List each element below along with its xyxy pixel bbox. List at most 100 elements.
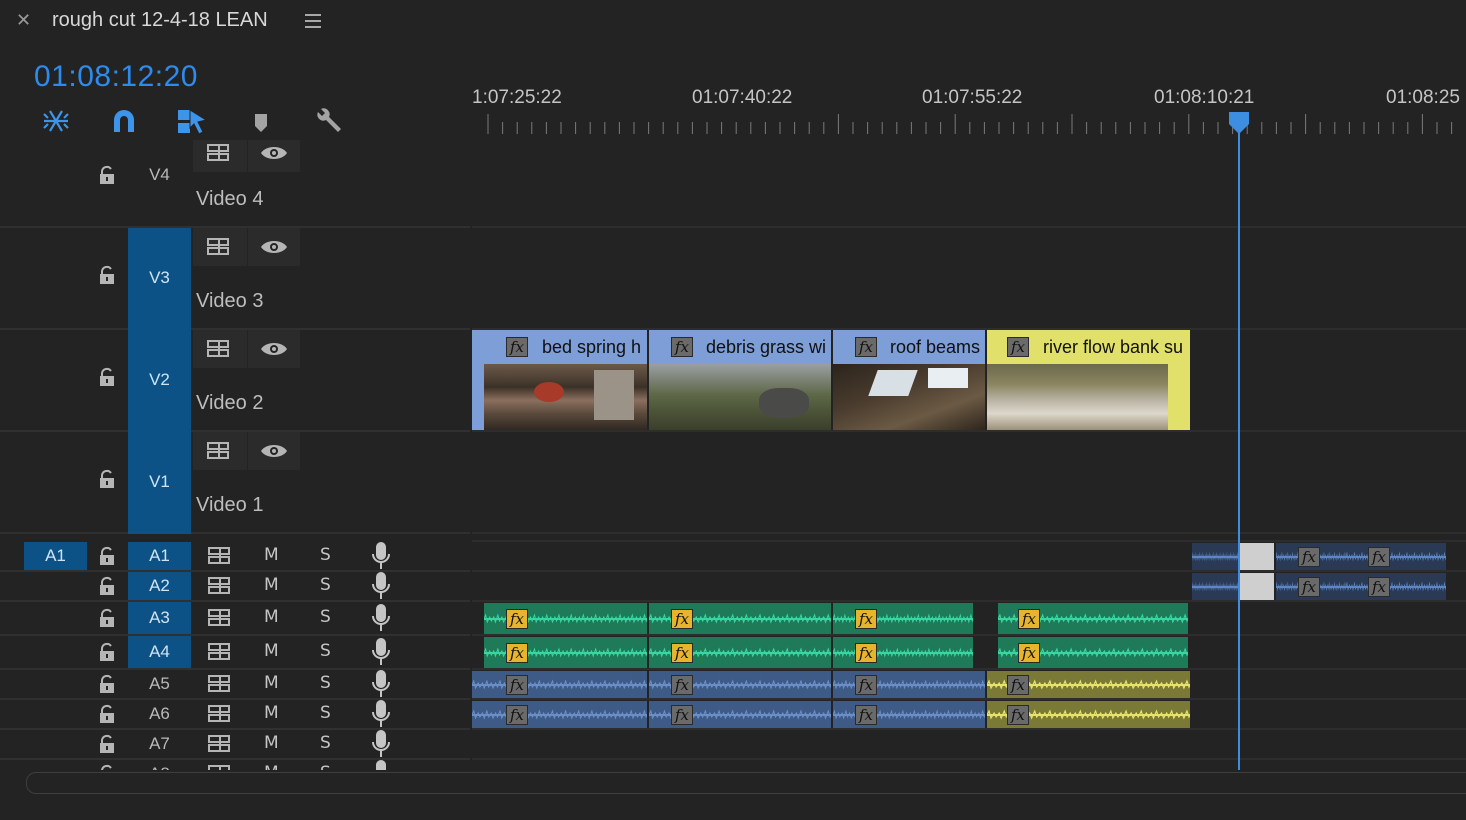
track-lock-icon[interactable]	[98, 469, 116, 489]
fx-badge[interactable]: fx	[855, 609, 877, 629]
solo-button[interactable]: S	[320, 763, 331, 770]
fx-badge[interactable]: fx	[671, 337, 693, 357]
mute-button[interactable]: M	[264, 763, 279, 770]
source-patch[interactable]: A1	[24, 542, 87, 570]
sync-lock-icon[interactable]	[208, 546, 234, 570]
linked-selection-icon[interactable]	[176, 106, 208, 136]
audio-clip[interactable]: fx	[1276, 573, 1346, 601]
track-name[interactable]: Video 3	[196, 290, 263, 313]
audio-clip[interactable]: fx	[1192, 543, 1238, 571]
video-clip[interactable]: fx roof beams	[833, 330, 985, 430]
fx-badge[interactable]: fx	[1007, 675, 1029, 695]
solo-button[interactable]: S	[320, 575, 331, 595]
audio-clip[interactable]: fx	[484, 637, 647, 669]
mute-button[interactable]: M	[264, 607, 279, 627]
playhead-line[interactable]	[1238, 112, 1240, 770]
fx-badge[interactable]: fx	[855, 675, 877, 695]
audio-clip[interactable]: fx	[833, 637, 973, 669]
track-target-toggle[interactable]: A7	[128, 730, 191, 758]
audio-clip[interactable]: fx	[833, 671, 985, 699]
sequence-tab-title[interactable]: rough cut 12-4-18 LEAN	[52, 9, 268, 32]
track-target-toggle[interactable]: A8	[128, 760, 191, 770]
video-clip-selected[interactable]: fx river flow bank su	[987, 330, 1190, 430]
solo-button[interactable]: S	[320, 545, 331, 565]
toggle-track-output-button[interactable]	[248, 330, 300, 368]
fx-badge[interactable]: fx	[506, 705, 528, 725]
track-lock-icon[interactable]	[98, 546, 116, 566]
audio-clip[interactable]: fx	[833, 603, 973, 635]
track-lock-icon[interactable]	[98, 734, 116, 754]
solo-button[interactable]: S	[320, 733, 331, 753]
audio-clip[interactable]: fx	[472, 671, 647, 699]
track-target-toggle[interactable]: A2	[128, 572, 191, 600]
audio-clip[interactable]: fx	[1192, 573, 1238, 601]
track-lock-icon[interactable]	[98, 367, 116, 387]
transition-block[interactable]	[1240, 573, 1274, 601]
audio-clip[interactable]: fx	[649, 603, 831, 635]
sync-lock-button[interactable]	[193, 228, 247, 266]
playhead-handle[interactable]	[1228, 112, 1250, 134]
fx-badge[interactable]: fx	[506, 675, 528, 695]
video-clip[interactable]: fx bed spring h	[484, 330, 647, 430]
fx-badge[interactable]: fx	[1007, 337, 1029, 357]
voice-over-record-icon[interactable]	[370, 729, 392, 763]
timeline-tracks[interactable]: fx bed spring h fx debris grass wi fx roof …	[472, 140, 1466, 770]
track-lock-icon[interactable]	[98, 576, 116, 596]
panel-menu-icon[interactable]	[305, 14, 321, 28]
solo-button[interactable]: S	[320, 607, 331, 627]
track-lock-icon[interactable]	[98, 265, 116, 285]
fx-badge[interactable]: fx	[671, 609, 693, 629]
track-name[interactable]: Video 2	[196, 392, 263, 415]
audio-clip-selected[interactable]: fx	[987, 671, 1190, 699]
sync-lock-button[interactable]	[193, 330, 247, 368]
voice-over-record-icon[interactable]	[370, 699, 392, 733]
fx-badge[interactable]: fx	[671, 675, 693, 695]
fx-badge[interactable]: fx	[506, 609, 528, 629]
track-name[interactable]: Video 4	[196, 188, 263, 211]
track-name[interactable]: Video 1	[196, 494, 263, 517]
sync-lock-icon[interactable]	[208, 576, 234, 600]
track-lock-icon[interactable]	[98, 642, 116, 662]
add-marker-icon[interactable]	[245, 106, 277, 136]
voice-over-record-icon[interactable]	[370, 637, 392, 671]
solo-button[interactable]: S	[320, 703, 331, 723]
clip-edge[interactable]	[472, 330, 484, 430]
track-target-toggle[interactable]: V4	[128, 140, 191, 226]
close-icon[interactable]: ✕	[16, 10, 31, 31]
voice-over-record-icon[interactable]	[370, 541, 392, 575]
sync-lock-icon[interactable]	[208, 704, 234, 728]
sync-lock-icon[interactable]	[208, 734, 234, 758]
fx-badge[interactable]: fx	[1018, 643, 1040, 663]
insert-nest-icon[interactable]	[40, 106, 72, 136]
transition-block[interactable]	[1240, 543, 1274, 571]
voice-over-record-icon[interactable]	[370, 603, 392, 637]
track-lock-icon[interactable]	[98, 165, 116, 185]
audio-clip[interactable]: fx	[472, 701, 647, 729]
fx-badge[interactable]: fx	[1298, 547, 1320, 567]
audio-clip[interactable]: fx	[484, 603, 647, 635]
sync-lock-icon[interactable]	[208, 642, 234, 666]
solo-button[interactable]: S	[320, 641, 331, 661]
track-lock-icon[interactable]	[98, 608, 116, 628]
track-target-toggle[interactable]: A5	[128, 670, 191, 698]
track-target-toggle[interactable]: V3	[128, 228, 191, 330]
track-lock-icon[interactable]	[98, 674, 116, 694]
fx-badge[interactable]: fx	[1018, 609, 1040, 629]
voice-over-record-icon[interactable]	[370, 669, 392, 703]
audio-clip[interactable]: fx	[1346, 573, 1446, 601]
audio-clip[interactable]: fx	[1276, 543, 1346, 571]
track-target-toggle[interactable]: V1	[128, 432, 191, 534]
toggle-track-output-button[interactable]	[248, 228, 300, 266]
fx-badge[interactable]: fx	[1368, 547, 1390, 567]
audio-clip[interactable]: fx	[649, 671, 831, 699]
track-target-toggle[interactable]: A6	[128, 700, 191, 728]
fx-badge[interactable]: fx	[1298, 577, 1320, 597]
mute-button[interactable]: M	[264, 575, 279, 595]
playhead-timecode[interactable]: 01:08:12:20	[34, 60, 198, 94]
mute-button[interactable]: M	[264, 641, 279, 661]
time-ruler[interactable]	[472, 114, 1466, 136]
fx-badge[interactable]: fx	[506, 643, 528, 663]
sync-lock-icon[interactable]	[208, 674, 234, 698]
toggle-track-output-button[interactable]	[248, 140, 300, 172]
timeline-settings-wrench-icon[interactable]	[312, 106, 344, 136]
